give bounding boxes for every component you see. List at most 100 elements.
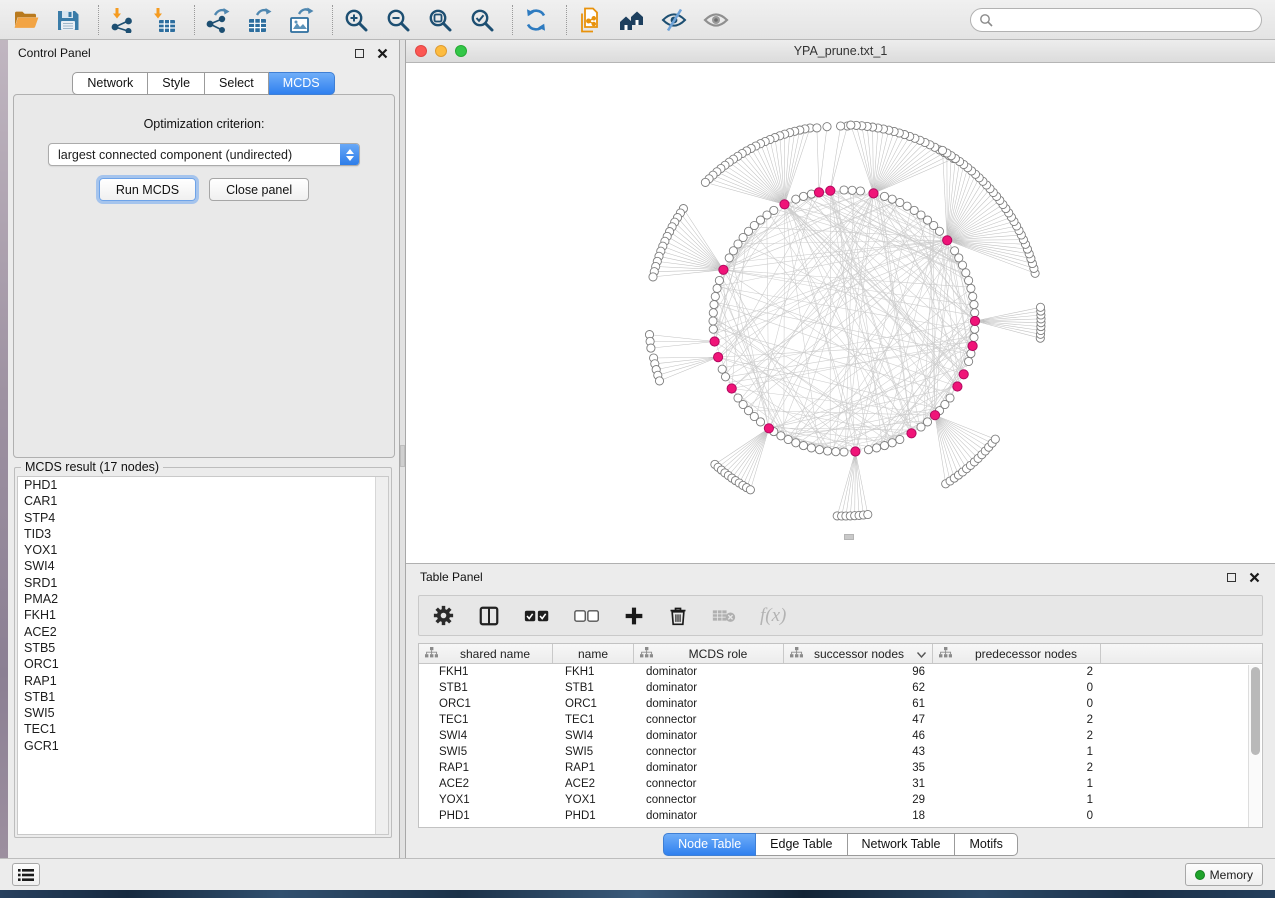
table-cell: 0 xyxy=(933,696,1101,712)
mcds-result-item[interactable]: SRD1 xyxy=(18,575,388,591)
table-row[interactable]: ACE2ACE2connector311 xyxy=(419,776,1262,792)
table-panel-header: Table Panel xyxy=(406,564,1275,590)
network-canvas[interactable] xyxy=(406,63,1275,563)
tab-style[interactable]: Style xyxy=(148,72,205,95)
table-row[interactable]: SWI4SWI4dominator462 xyxy=(419,728,1262,744)
tab-edge-table[interactable]: Edge Table xyxy=(756,833,847,856)
mcds-result-item[interactable]: SWI5 xyxy=(18,705,388,721)
column-header-predecessor-nodes[interactable]: predecessor nodes xyxy=(933,644,1101,663)
save-session-button[interactable] xyxy=(54,6,81,33)
table-cell: 62 xyxy=(784,680,933,696)
memory-button[interactable]: Memory xyxy=(1185,863,1263,886)
table-scrollbar[interactable] xyxy=(1248,665,1261,827)
show-all-button[interactable] xyxy=(702,6,729,33)
export-image-button[interactable] xyxy=(288,6,315,33)
tab-network[interactable]: Network xyxy=(72,72,148,95)
table-row[interactable]: RAP1RAP1dominator352 xyxy=(419,760,1262,776)
global-search[interactable] xyxy=(970,8,1262,32)
mcds-result-item[interactable]: STP4 xyxy=(18,510,388,526)
delete-column-button[interactable] xyxy=(668,606,688,626)
table-toolbar: f(x) xyxy=(418,595,1263,636)
mcds-result-item[interactable]: STB5 xyxy=(18,640,388,656)
eye-slash-icon xyxy=(661,7,687,33)
scrollbar-thumb[interactable] xyxy=(1251,667,1260,755)
toolbar-separator xyxy=(194,5,195,35)
tab-select[interactable]: Select xyxy=(205,72,269,95)
table-row[interactable]: STB1STB1dominator620 xyxy=(419,680,1262,696)
network-graph[interactable] xyxy=(406,63,1275,563)
zoom-in-button[interactable] xyxy=(342,6,369,33)
mcds-result-item[interactable]: TID3 xyxy=(18,526,388,542)
splitter-grip[interactable] xyxy=(400,445,405,467)
mcds-result-item[interactable]: TEC1 xyxy=(18,721,388,737)
mcds-result-item[interactable]: CAR1 xyxy=(18,493,388,509)
float-panel-icon[interactable] xyxy=(352,46,366,60)
mcds-result-item[interactable]: GCR1 xyxy=(18,738,388,754)
add-column-button[interactable] xyxy=(624,606,644,626)
tab-motifs[interactable]: Motifs xyxy=(955,833,1017,856)
minimize-window-icon[interactable] xyxy=(435,45,447,57)
mcds-result-item[interactable]: ACE2 xyxy=(18,624,388,640)
duplicate-network-button[interactable] xyxy=(576,6,603,33)
mcds-result-item[interactable]: PMA2 xyxy=(18,591,388,607)
table-cell: dominator xyxy=(634,808,784,824)
column-header-name[interactable]: name xyxy=(553,644,634,663)
table-cell: TEC1 xyxy=(419,712,553,728)
table-row[interactable]: TEC1TEC1connector472 xyxy=(419,712,1262,728)
mcds-result-item[interactable]: ORC1 xyxy=(18,656,388,672)
close-window-icon[interactable] xyxy=(415,45,427,57)
close-panel-button[interactable]: Close panel xyxy=(209,178,309,201)
table-row[interactable]: YOX1YOX1connector291 xyxy=(419,792,1262,808)
table-cell: STB1 xyxy=(553,680,634,696)
hide-selected-button[interactable] xyxy=(660,6,687,33)
mcds-result-list[interactable]: PHD1CAR1STP4TID3YOX1SWI4SRD1PMA2FKH1ACE2… xyxy=(17,476,389,835)
export-network-button[interactable] xyxy=(204,6,231,33)
node-table[interactable]: shared namenameMCDS rolesuccessor nodesp… xyxy=(418,643,1263,828)
table-cell: RAP1 xyxy=(553,760,634,776)
import-table-button[interactable] xyxy=(150,6,177,33)
mcds-result-item[interactable]: YOX1 xyxy=(18,542,388,558)
table-cell: FKH1 xyxy=(419,664,553,680)
table-row[interactable]: FKH1FKH1dominator962 xyxy=(419,664,1262,680)
column-header-shared-name[interactable]: shared name xyxy=(419,644,553,663)
mcds-result-item[interactable]: RAP1 xyxy=(18,673,388,689)
export-image-icon xyxy=(289,7,315,33)
tab-node-table[interactable]: Node Table xyxy=(663,833,756,856)
list-scrollbar[interactable] xyxy=(375,477,388,834)
search-input[interactable] xyxy=(993,10,1261,30)
mcds-result-item[interactable]: STB1 xyxy=(18,689,388,705)
toggle-columns-button[interactable] xyxy=(478,605,500,627)
tab-network-table[interactable]: Network Table xyxy=(848,833,956,856)
table-row[interactable]: ORC1ORC1dominator610 xyxy=(419,696,1262,712)
import-network-button[interactable] xyxy=(108,6,135,33)
eye-icon xyxy=(703,7,729,33)
refresh-view-button[interactable] xyxy=(522,6,549,33)
float-table-panel-icon[interactable] xyxy=(1224,570,1238,584)
column-header-MCDS-role[interactable]: MCDS role xyxy=(634,644,784,663)
horizontal-splitter-grip[interactable] xyxy=(844,534,854,540)
table-row[interactable]: PHD1PHD1dominator180 xyxy=(419,808,1262,824)
zoom-fit-button[interactable] xyxy=(426,6,453,33)
select-all-checkboxes-button[interactable] xyxy=(524,608,550,624)
close-table-panel-icon[interactable] xyxy=(1247,570,1261,584)
criterion-dropdown[interactable]: largest connected component (undirected) xyxy=(48,143,360,166)
task-history-button[interactable] xyxy=(12,863,40,886)
settings-gear-button[interactable] xyxy=(433,605,454,626)
task-list-icon xyxy=(18,868,34,882)
close-panel-icon[interactable] xyxy=(375,46,389,60)
mcds-result-item[interactable]: SWI4 xyxy=(18,558,388,574)
table-row[interactable]: SWI5SWI5connector431 xyxy=(419,744,1262,760)
first-neighbors-button[interactable] xyxy=(618,6,645,33)
run-mcds-button[interactable]: Run MCDS xyxy=(99,178,196,201)
mcds-result-item[interactable]: PHD1 xyxy=(18,477,388,493)
export-table-button[interactable] xyxy=(246,6,273,33)
maximize-window-icon[interactable] xyxy=(455,45,467,57)
mcds-result-item[interactable]: FKH1 xyxy=(18,607,388,623)
zoom-out-button[interactable] xyxy=(384,6,411,33)
zoom-selected-button[interactable] xyxy=(468,6,495,33)
column-header-successor-nodes[interactable]: successor nodes xyxy=(784,644,933,663)
open-file-button[interactable] xyxy=(12,6,39,33)
table-cell: connector xyxy=(634,792,784,808)
tab-mcds[interactable]: MCDS xyxy=(269,72,335,95)
deselect-all-checkboxes-button[interactable] xyxy=(574,608,600,624)
